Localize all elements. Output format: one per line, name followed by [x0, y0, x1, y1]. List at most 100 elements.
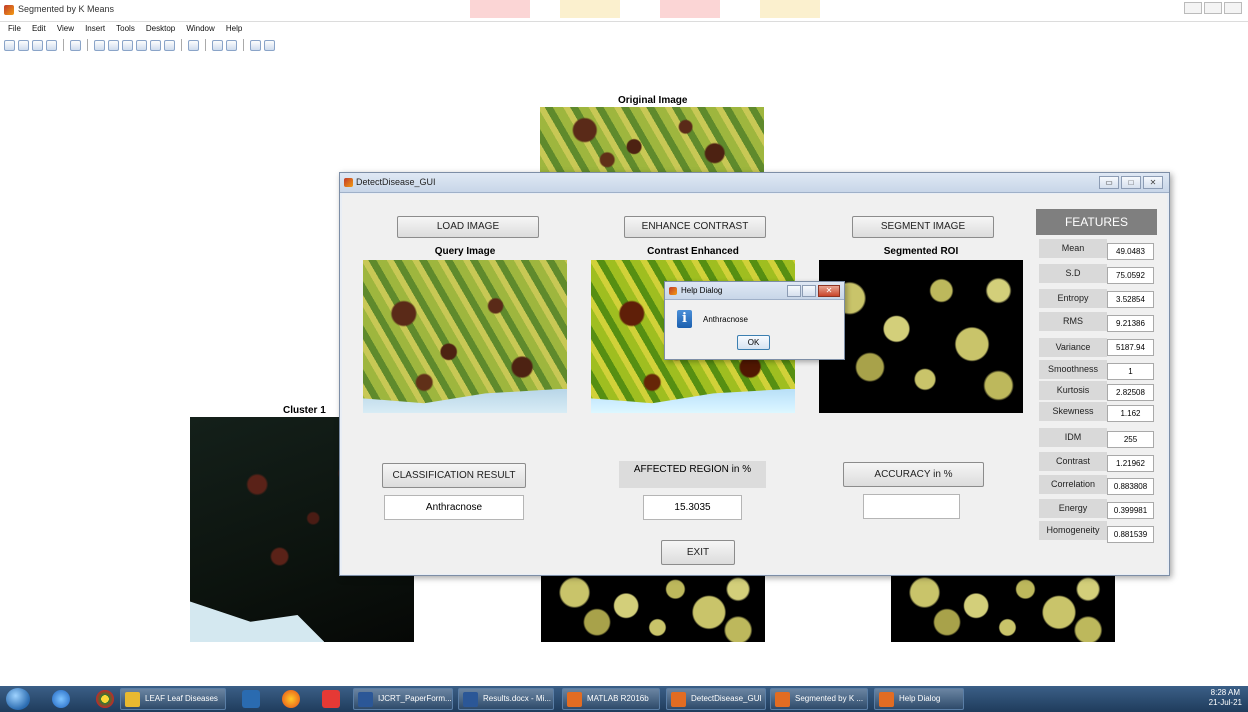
- taskbar-label: LEAF Leaf Diseases: [145, 694, 218, 703]
- pan-icon[interactable]: [122, 39, 133, 51]
- taskbar-item-ijcrt-paper[interactable]: IJCRT_PaperForm...: [353, 688, 453, 710]
- feature-value-rms: 9.21386: [1107, 315, 1154, 332]
- load-image-button[interactable]: LOAD IMAGE: [397, 216, 539, 238]
- rotate-icon[interactable]: [136, 39, 147, 51]
- decorative-stripe: [470, 0, 530, 18]
- feature-name-variance: Variance: [1039, 338, 1107, 357]
- folder-icon: [125, 692, 140, 707]
- chrome-icon[interactable]: [96, 690, 114, 708]
- media-player-icon[interactable]: [242, 690, 260, 708]
- affected-region-label: AFFECTED REGION in %: [619, 461, 766, 488]
- contrast-enhanced-title: Contrast Enhanced: [647, 246, 739, 257]
- taskbar: LEAF Leaf Diseases IJCRT_PaperForm... Re…: [0, 686, 1248, 712]
- maximize-button[interactable]: □: [1121, 176, 1141, 189]
- matlab-icon: [669, 287, 677, 295]
- menu-view[interactable]: View: [57, 22, 74, 36]
- decorative-stripe: [560, 0, 620, 18]
- taskbar-item-leaf-diseases[interactable]: LEAF Leaf Diseases: [120, 688, 226, 710]
- feature-name-mean: Mean: [1039, 239, 1107, 258]
- close-icon[interactable]: ✕: [818, 285, 840, 297]
- decorative-stripe: [660, 0, 720, 18]
- data-cursor-icon[interactable]: [150, 39, 161, 51]
- segment-image-button[interactable]: SEGMENT IMAGE: [852, 216, 994, 238]
- minimize-button[interactable]: [1184, 2, 1202, 14]
- classification-result-field: Anthracnose: [384, 495, 524, 520]
- minimize-button[interactable]: [787, 285, 801, 297]
- feature-value-sd: 75.0592: [1107, 267, 1154, 284]
- segmented-roi-image: [819, 260, 1023, 413]
- legend-icon[interactable]: [226, 39, 237, 51]
- hide-plot-tools-icon[interactable]: [250, 39, 261, 51]
- figure-window-buttons: [1184, 2, 1242, 14]
- toolbar-divider: [181, 39, 182, 51]
- close-button[interactable]: ✕: [1143, 176, 1163, 189]
- system-tray[interactable]: 8:28 AM 21-Jul-21: [1209, 688, 1242, 710]
- zoom-out-icon[interactable]: [108, 39, 119, 51]
- feature-value-smoothness: 1: [1107, 363, 1154, 380]
- cluster-2-image: [541, 576, 765, 642]
- decorative-stripe: [760, 0, 820, 18]
- new-file-icon[interactable]: [4, 39, 15, 51]
- menu-edit[interactable]: Edit: [32, 22, 46, 36]
- menu-insert[interactable]: Insert: [85, 22, 105, 36]
- taskbar-label: MATLAB R2016b: [587, 694, 649, 703]
- menu-file[interactable]: File: [8, 22, 21, 36]
- feature-value-mean: 49.0483: [1107, 243, 1154, 260]
- taskbar-label: Segmented by K ...: [795, 694, 864, 703]
- word-icon: [463, 692, 478, 707]
- pointer-icon[interactable]: [70, 39, 81, 51]
- clock-time: 8:28 AM: [1210, 688, 1240, 697]
- taskbar-item-matlab[interactable]: MATLAB R2016b: [562, 688, 660, 710]
- exit-button[interactable]: EXIT: [661, 540, 735, 565]
- print-icon[interactable]: [46, 39, 57, 51]
- feature-value-energy: 0.399981: [1107, 502, 1154, 519]
- minimize-button[interactable]: ▭: [1099, 176, 1119, 189]
- firefox-icon[interactable]: [282, 690, 300, 708]
- accuracy-button[interactable]: ACCURACY in %: [843, 462, 984, 487]
- taskbar-item-results-docx[interactable]: Results.docx - Mi...: [458, 688, 554, 710]
- matlab-icon: [671, 692, 686, 707]
- menu-desktop[interactable]: Desktop: [146, 22, 175, 36]
- show-plot-tools-icon[interactable]: [264, 39, 275, 51]
- cluster-title: Cluster 1: [283, 405, 326, 416]
- info-icon: i: [677, 310, 692, 328]
- close-button[interactable]: [1224, 2, 1242, 14]
- start-button[interactable]: [6, 688, 30, 710]
- taskbar-item-detect-disease-gui[interactable]: DetectDisease_GUI: [666, 688, 766, 710]
- feature-value-variance: 5187.94: [1107, 339, 1154, 356]
- anydesk-icon[interactable]: [322, 690, 340, 708]
- word-icon: [358, 692, 373, 707]
- taskbar-label: Help Dialog: [899, 694, 941, 703]
- brush-icon[interactable]: [164, 39, 175, 51]
- figure-menubar: File Edit View Insert Tools Desktop Wind…: [0, 22, 1248, 36]
- enhance-contrast-button[interactable]: ENHANCE CONTRAST: [624, 216, 766, 238]
- feature-name-correlation: Correlation: [1039, 475, 1107, 494]
- colorbar-icon[interactable]: [212, 39, 223, 51]
- classification-result-button[interactable]: CLASSIFICATION RESULT: [382, 463, 526, 488]
- ok-button[interactable]: OK: [737, 335, 770, 350]
- matlab-icon: [344, 178, 353, 187]
- taskbar-item-help-dialog[interactable]: Help Dialog: [874, 688, 964, 710]
- toolbar-divider: [243, 39, 244, 51]
- gui-titlebar: DetectDisease_GUI ▭ □ ✕: [340, 173, 1169, 193]
- maximize-button[interactable]: [1204, 2, 1222, 14]
- menu-help[interactable]: Help: [226, 22, 242, 36]
- internet-explorer-icon[interactable]: [52, 690, 70, 708]
- zoom-in-icon[interactable]: [94, 39, 105, 51]
- link-plot-icon[interactable]: [188, 39, 199, 51]
- accuracy-field: [863, 494, 960, 519]
- save-icon[interactable]: [32, 39, 43, 51]
- figure-title: Segmented by K Means: [18, 4, 115, 14]
- menu-tools[interactable]: Tools: [116, 22, 135, 36]
- menu-window[interactable]: Window: [186, 22, 214, 36]
- maximize-button[interactable]: [802, 285, 816, 297]
- query-image: [363, 260, 567, 413]
- feature-name-sd: S.D: [1039, 264, 1107, 283]
- feature-name-homogeneity: Homogeneity: [1039, 521, 1107, 540]
- taskbar-item-segmented-by-k[interactable]: Segmented by K ...: [770, 688, 868, 710]
- affected-region-field: 15.3035: [643, 495, 742, 520]
- figure-titlebar: Segmented by K Means: [0, 0, 1248, 22]
- open-folder-icon[interactable]: [18, 39, 29, 51]
- feature-value-idm: 255: [1107, 431, 1154, 448]
- clock-date: 21-Jul-21: [1208, 698, 1242, 707]
